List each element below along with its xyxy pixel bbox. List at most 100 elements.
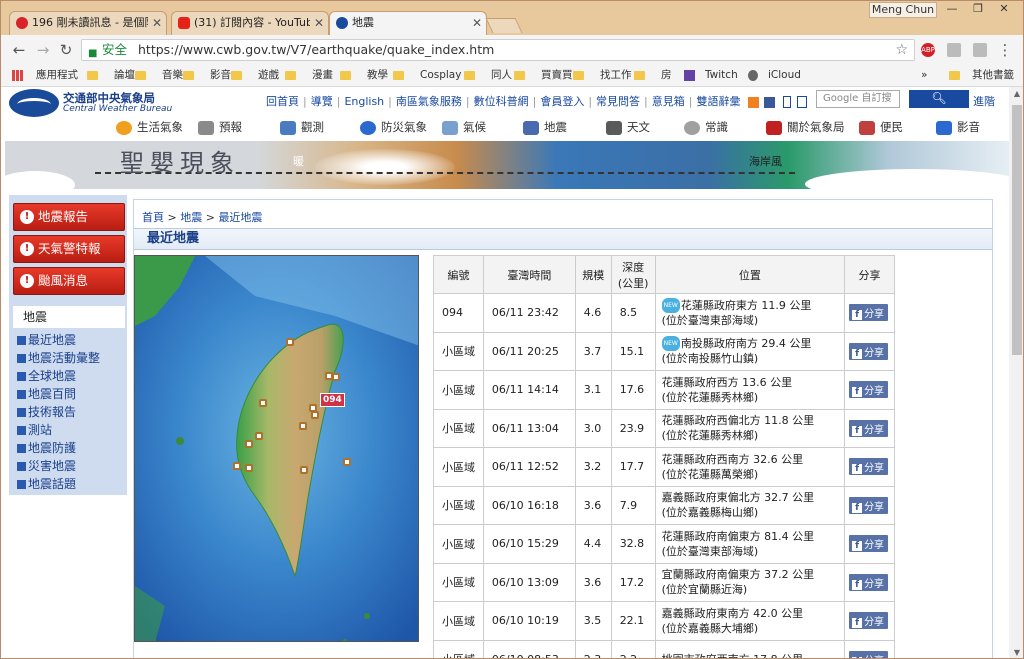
cell-id[interactable]: 小區域 <box>433 562 484 602</box>
sidebar-item[interactable]: 地震活動彙整 <box>17 349 100 367</box>
close-icon[interactable]: ✕ <box>472 12 482 34</box>
facebook-icon[interactable] <box>764 96 776 108</box>
bookmark-icloud[interactable]: iCloud <box>748 65 801 85</box>
table-row[interactable]: 小區域 06/10 13:09 3.6 17.2 宜蘭縣政府南偏東方 37.2 公里 (位… <box>433 562 895 602</box>
sidebar-item[interactable]: 災害地震 <box>17 457 100 475</box>
bookmark-folder[interactable]: 音樂 <box>135 65 183 85</box>
quake-marker[interactable] <box>255 432 263 440</box>
facebook-share-button[interactable]: f分享 <box>849 650 889 658</box>
bookmark-other[interactable]: 其他書籤 <box>949 65 1014 85</box>
tablet-icon[interactable] <box>797 96 808 108</box>
nav-climate[interactable]: 氣候 <box>442 119 486 135</box>
typhoon-news-button[interactable]: ! 颱風消息 <box>13 267 125 295</box>
sidebar-item[interactable]: 技術報告 <box>17 403 100 421</box>
bookmark-folder[interactable]: 漫畫 <box>285 65 333 85</box>
cell-id[interactable]: 小區域 <box>433 331 484 371</box>
nav-video[interactable]: 影音 <box>936 119 980 135</box>
star-icon[interactable]: ☆ <box>895 40 908 60</box>
mobile-icon[interactable] <box>782 96 791 108</box>
cell-id[interactable]: 小區域 <box>433 639 484 658</box>
nav-life-weather[interactable]: 生活氣象 <box>116 119 183 135</box>
table-row[interactable]: 小區域 06/11 20:25 3.7 15.1 NEW 南投縣政府南方 29.4 公里(… <box>433 331 895 371</box>
bookmark-folder[interactable]: 房 <box>634 65 672 85</box>
cell-location[interactable]: 花蓮縣政府西南方 32.6 公里 (位於花蓮縣萬榮鄉) <box>654 447 846 487</box>
table-row[interactable]: 094 06/11 23:42 4.6 8.5 NEW 花蓮縣政府東方 11.9 公里 (位… <box>433 293 895 333</box>
topnav-guide[interactable]: 導覽 <box>311 95 333 108</box>
table-row[interactable]: 小區域 06/11 14:14 3.1 17.6 花蓮縣政府西方 13.6 公里 (位於花… <box>433 370 895 410</box>
topnav-science[interactable]: 數位科普網 <box>474 95 529 108</box>
menu-icon[interactable]: ⋮ <box>995 40 1015 60</box>
bookmark-folder[interactable]: 買賣買 <box>514 65 573 85</box>
quake-marker[interactable] <box>332 373 340 381</box>
minimize-button[interactable]: — <box>939 2 965 17</box>
facebook-share-button[interactable]: f分享 <box>849 419 889 437</box>
forward-icon[interactable]: → <box>33 40 53 60</box>
nav-earthquake[interactable]: 地震 <box>523 119 567 135</box>
page-scrollbar[interactable]: ▲ ▼ <box>1009 87 1023 658</box>
back-icon[interactable]: ← <box>9 40 29 60</box>
cell-location[interactable]: NEW 南投縣政府南方 29.4 公里 (位於南投縣竹山鎮) <box>654 331 846 371</box>
topnav-south[interactable]: 南區氣象服務 <box>396 95 462 108</box>
advanced-link[interactable]: 進階 <box>973 93 995 109</box>
quake-marker[interactable] <box>259 399 267 407</box>
quake-marker[interactable] <box>300 466 308 474</box>
adblock-icon[interactable]: ABP <box>921 43 935 57</box>
nav-astronomy[interactable]: 天文 <box>606 119 650 135</box>
breadcrumb-current[interactable]: 最近地震 <box>218 211 262 224</box>
cell-id[interactable]: 094 <box>433 293 484 333</box>
sidebar-item[interactable]: 地震話題 <box>17 475 100 493</box>
close-window-button[interactable]: ✕ <box>991 2 1017 17</box>
quake-label-094[interactable]: 094 <box>320 393 345 407</box>
cell-location[interactable]: 桃園市政府西南方 17.8 公里 <box>654 639 846 658</box>
table-row[interactable]: 小區域 06/10 16:18 3.6 7.9 嘉義縣政府東偏北方 32.7 公里 (位於… <box>433 485 895 525</box>
facebook-share-button[interactable]: f分享 <box>849 496 889 514</box>
bookmark-folder[interactable]: 論壇 <box>87 65 135 85</box>
quake-marker[interactable] <box>245 464 253 472</box>
scroll-thumb[interactable] <box>1012 105 1022 355</box>
org-name-en[interactable]: Central Weather Bureau <box>63 104 172 114</box>
earthquake-report-button[interactable]: ! 地震報告 <box>13 203 125 231</box>
cell-location[interactable]: 花蓮縣政府西方 13.6 公里 (位於花蓮縣秀林鄉) <box>654 370 846 410</box>
sidebar-item[interactable]: 測站 <box>17 421 100 439</box>
bookmark-twitch[interactable]: Twitch <box>684 65 738 85</box>
table-row[interactable]: 小區域 06/11 12:52 3.2 17.7 花蓮縣政府西南方 32.6 公里 (位於… <box>433 447 895 487</box>
quake-marker[interactable] <box>286 338 294 346</box>
topnav-glossary[interactable]: 雙語辭彙 <box>696 95 740 108</box>
bookmark-folder[interactable]: 教學 <box>340 65 388 85</box>
sidebar-item[interactable]: 全球地震 <box>17 367 100 385</box>
close-icon[interactable]: ✕ <box>152 12 162 34</box>
topnav-home[interactable]: 回首頁 <box>266 95 299 108</box>
bookmark-folder[interactable]: 同人 <box>464 65 512 85</box>
cell-location[interactable]: NEW 花蓮縣政府東方 11.9 公里 (位於臺灣東部海域) <box>654 293 846 333</box>
table-row[interactable]: 小區域 06/10 10:19 3.5 22.1 嘉義縣政府東南方 42.0 公里 (位於… <box>433 601 895 641</box>
tab-pinterest[interactable]: 196 剛未讀訊息 - 是個防... ✕ <box>9 11 167 35</box>
nav-forecast[interactable]: 預報 <box>198 119 242 135</box>
topnav-faq[interactable]: 常見問答 <box>596 95 640 108</box>
address-bar[interactable]: ■ 安全 https://www.cwb.gov.tw/V7/earthquak… <box>81 39 915 61</box>
bookmark-folder[interactable]: 遊戲 <box>231 65 279 85</box>
tab-youtube[interactable]: (31) 訂閱內容 - YouTube ✕ <box>171 11 329 35</box>
cell-id[interactable]: 小區域 <box>433 408 484 448</box>
sidebar-item[interactable]: 地震防護 <box>17 439 100 457</box>
search-button[interactable]: 🔍︎ <box>909 90 969 108</box>
tab-earthquake[interactable]: 地震 ✕ <box>329 11 487 35</box>
cwb-logo[interactable] <box>9 89 59 117</box>
nav-disaster[interactable]: 防災氣象 <box>360 119 427 135</box>
facebook-share-button[interactable]: f分享 <box>849 381 889 399</box>
quake-marker[interactable] <box>245 440 253 448</box>
facebook-share-button[interactable]: f分享 <box>849 458 889 476</box>
bookmarks-overflow[interactable]: » <box>921 65 927 85</box>
nav-about[interactable]: 關於氣象局 <box>766 119 845 135</box>
close-icon[interactable]: ✕ <box>314 12 324 34</box>
cell-id[interactable]: 小區域 <box>433 601 484 641</box>
table-row[interactable]: 小區域 06/11 13:04 3.0 23.9 花蓮縣政府西偏北方 11.8 公里 (位… <box>433 408 895 448</box>
breadcrumb-home[interactable]: 首頁 <box>142 211 164 224</box>
facebook-share-button[interactable]: f分享 <box>849 573 889 591</box>
weather-warning-button[interactable]: ! 天氣警特報 <box>13 235 125 263</box>
cell-location[interactable]: 嘉義縣政府東偏北方 32.7 公里 (位於嘉義縣梅山鄉) <box>654 485 846 525</box>
cell-location[interactable]: 花蓮縣政府南偏東方 81.4 公里 (位於臺灣東部海域) <box>654 524 846 564</box>
profile-button[interactable]: Meng Chun <box>869 2 937 18</box>
breadcrumb-section[interactable]: 地震 <box>180 211 202 224</box>
topnav-english[interactable]: English <box>344 95 384 108</box>
cell-id[interactable]: 小區域 <box>433 485 484 525</box>
